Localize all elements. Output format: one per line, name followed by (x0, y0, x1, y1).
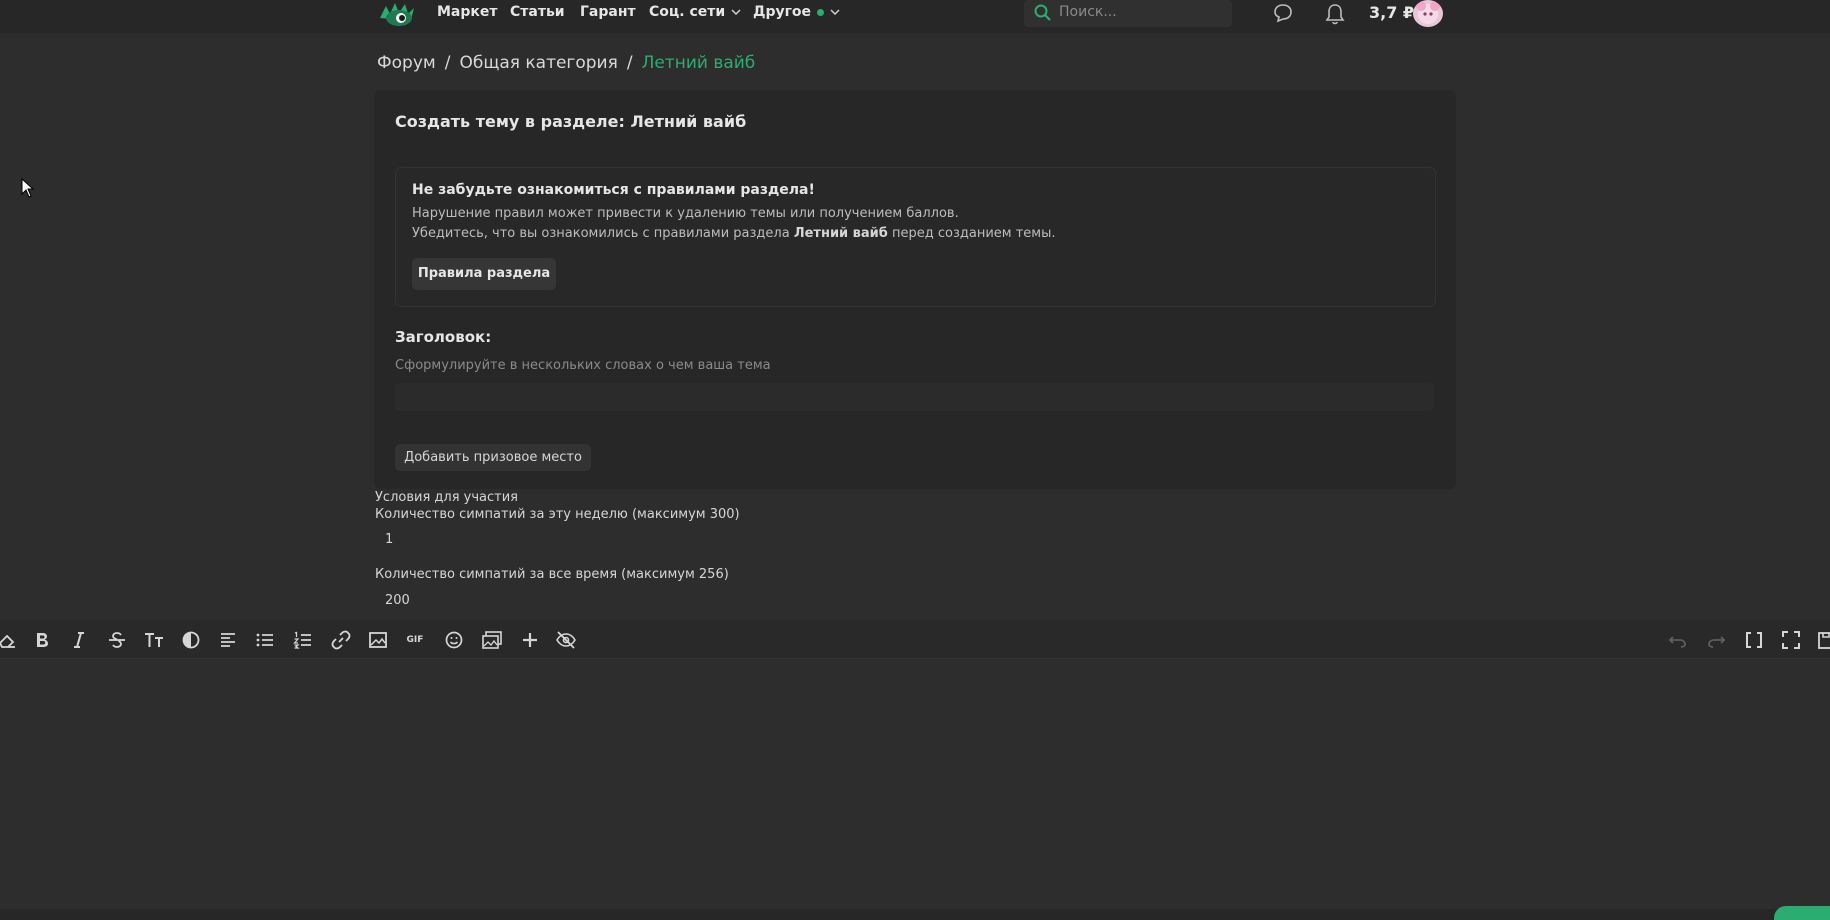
nav-social-label: Соц. сети (649, 4, 726, 20)
nav-market[interactable]: Маркет (437, 4, 498, 20)
heading-label: Заголовок: (395, 328, 492, 346)
rules-notice: Не забудьте ознакомиться с правилами раз… (395, 167, 1436, 307)
balance[interactable]: 3,7 ₽ (1369, 3, 1414, 22)
nav-articles[interactable]: Статьи (510, 4, 565, 20)
hide-icon[interactable] (555, 629, 577, 651)
image-icon[interactable] (367, 629, 389, 651)
section-rules-button[interactable]: Правила раздела (412, 258, 556, 290)
nav-guarantor[interactable]: Гарант (580, 4, 636, 20)
avatar[interactable] (1413, 0, 1443, 27)
avatar-image (1416, 1, 1440, 24)
breadcrumb: Форум / Общая категория / Летний вайб (377, 53, 755, 73)
bell-icon[interactable] (1325, 3, 1345, 25)
title-input[interactable] (395, 383, 1434, 411)
page-title: Создать тему в разделе: Летний вайб (395, 112, 747, 131)
search-icon (1034, 4, 1051, 21)
add-prize-button[interactable]: Добавить призовое место (395, 444, 591, 471)
heading-hint: Сформулируйте в нескольких словах о чем … (395, 358, 771, 373)
create-topic-panel: Создать тему в разделе: Летний вайб Не з… (374, 90, 1456, 489)
media-icon[interactable] (481, 629, 503, 651)
plus-icon[interactable] (519, 629, 541, 651)
logo-eye-icon[interactable] (378, 0, 416, 30)
notice-line-2: Убедитесь, что вы ознакомились с правила… (412, 226, 1056, 241)
notice-line-2-prefix: Убедитесь, что вы ознакомились с правила… (412, 226, 794, 241)
search-input[interactable]: Поиск... (1024, 0, 1232, 27)
nav-other-label: Другое (753, 4, 812, 20)
fullscreen-icon[interactable] (1780, 629, 1802, 651)
notice-title: Не забудьте ознакомиться с правилами раз… (412, 182, 815, 198)
gif-icon[interactable]: GIF (404, 629, 426, 651)
mouse-cursor-icon (21, 178, 35, 198)
status-dot (817, 8, 825, 16)
align-icon[interactable] (217, 629, 239, 651)
breadcrumb-category[interactable]: Общая категория (459, 53, 617, 73)
scroll-to-top-button[interactable] (1774, 906, 1830, 920)
bullet-list-icon[interactable] (254, 629, 276, 651)
undo-icon[interactable] (1667, 629, 1689, 651)
notice-line-1: Нарушение правил может привести к удален… (412, 206, 959, 221)
breadcrumb-separator: / (444, 53, 451, 73)
drafts-icon[interactable] (1816, 629, 1830, 651)
footer-strip (0, 909, 1830, 920)
color-icon[interactable] (180, 629, 202, 651)
all-time-likes-input[interactable]: 200 (375, 587, 543, 615)
strikethrough-icon[interactable] (106, 629, 128, 651)
editor-toolbar: GIF (0, 620, 1830, 659)
italic-icon[interactable] (68, 629, 90, 651)
week-likes-label: Количество симпатий за эту неделю (макси… (375, 507, 740, 522)
bbcode-icon[interactable] (1743, 629, 1765, 651)
all-time-likes-label: Количество симпатий за все время (максим… (375, 567, 729, 582)
chat-icon[interactable] (1272, 3, 1294, 23)
week-likes-input[interactable]: 1 (375, 526, 543, 554)
conditions-title: Условия для участия (375, 490, 518, 505)
notice-line-2-suffix: перед созданием темы. (887, 226, 1056, 241)
bold-icon[interactable] (31, 629, 53, 651)
search-placeholder: Поиск... (1059, 4, 1117, 20)
breadcrumb-forum[interactable]: Форум (377, 53, 436, 73)
redo-icon[interactable] (1705, 629, 1727, 651)
top-navbar: Маркет Статьи Гарант Соц. сети Другое По… (0, 0, 1830, 33)
text-size-icon[interactable] (143, 629, 165, 651)
chevron-down-icon (731, 9, 741, 15)
notice-section-name: Летний вайб (793, 226, 888, 241)
chevron-down-icon (830, 9, 840, 15)
breadcrumb-separator: / (626, 53, 633, 73)
breadcrumb-current[interactable]: Летний вайб (642, 53, 756, 73)
nav-other[interactable]: Другое (753, 4, 840, 20)
emoji-icon[interactable] (443, 629, 465, 651)
link-icon[interactable] (330, 629, 352, 651)
nav-social[interactable]: Соц. сети (649, 4, 741, 20)
numbered-list-icon[interactable] (292, 629, 314, 651)
editor-text-area[interactable] (0, 659, 1830, 909)
eraser-icon[interactable] (0, 629, 18, 651)
